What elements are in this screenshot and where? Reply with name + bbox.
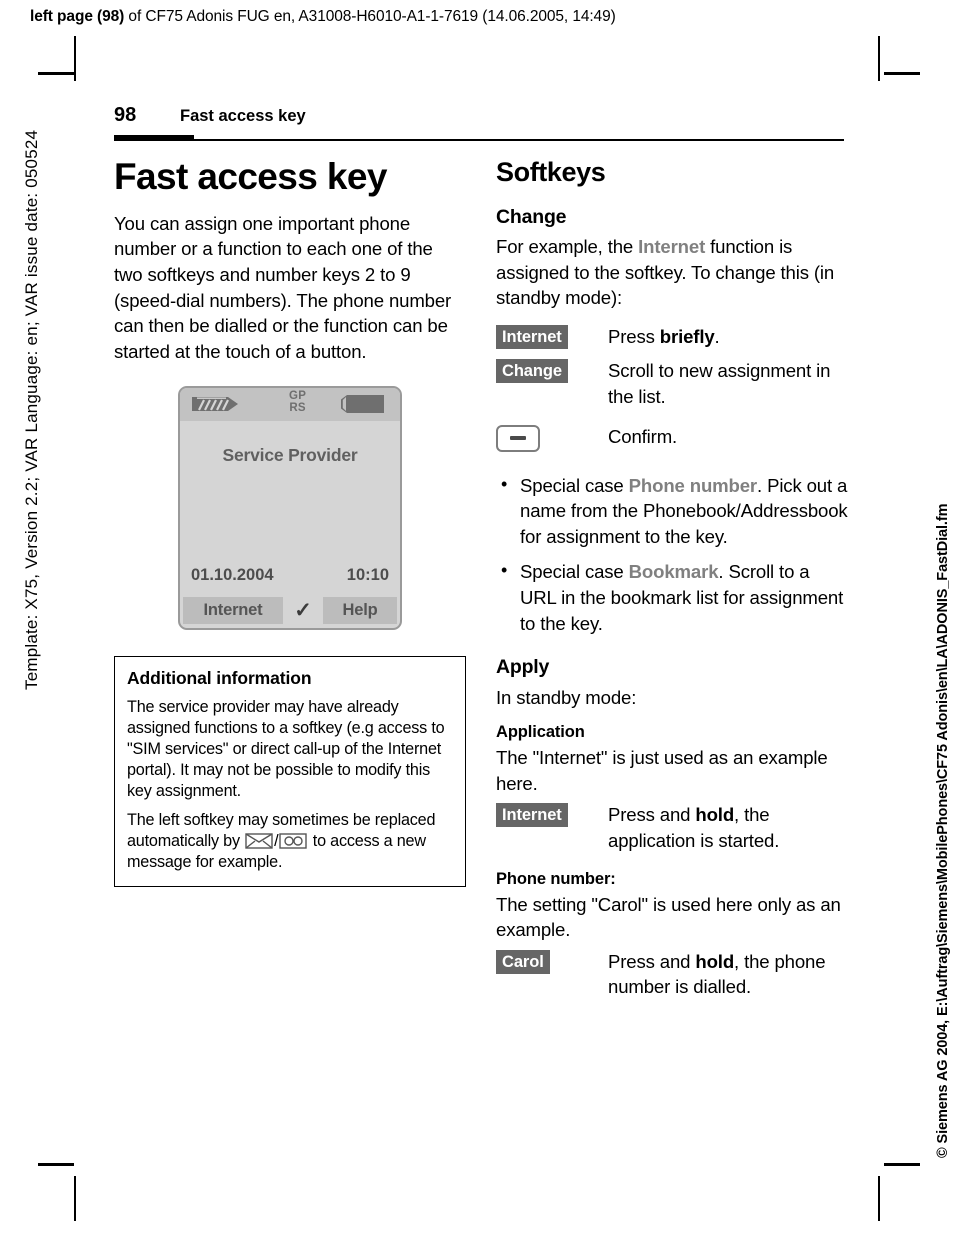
gprs-line-2: RS [289,401,306,414]
key-row-internet-briefly: Internet Press briefly. [496,324,848,350]
bullet-term: Bookmark [628,561,719,583]
key-desc-part1: Press [608,325,660,347]
crop-mark-top-left-vertical [74,36,76,81]
special-cases-list: Special case Phone number. Pick out a na… [496,472,848,637]
checkmark-icon: ✓ [294,599,312,623]
gprs-indicator: GP RS [289,391,306,414]
phone-provider-name: Service Provider [222,445,358,466]
softkey-label-carol[interactable]: Carol [496,949,550,974]
crop-mark-top-right-horizontal [884,72,920,75]
intro-paragraph: You can assign one important phone numbe… [114,212,452,362]
header-rule [114,139,844,141]
heading-application: Application [496,723,585,742]
key-desc-part2: . [714,325,720,347]
phone-display: GP RS Service Provider 01.10.2004 10:10 … [178,386,402,631]
key-row-carol-hold: Carol Press and hold, the phone number i… [496,949,848,1000]
phone-softkey-right[interactable]: Help [322,597,397,625]
key-column [496,424,608,457]
key-column: Change [496,358,608,384]
phone-status-bar: GP RS [180,388,400,422]
softkey-label-internet-apply[interactable]: Internet [496,803,568,828]
key-description: Press and hold, the application is start… [608,802,848,853]
confirm-key-icon[interactable] [496,424,540,452]
crop-mark-top-right-vertical [878,36,880,81]
key-row-internet-hold: Internet Press and hold, the application… [496,802,848,853]
heading-phone-number: Phone number: [496,869,616,888]
crop-mark-bottom-right-horizontal [884,1163,920,1166]
key-desc-bold: briefly [659,325,715,347]
infobox-paragraph-2: The left softkey may sometimes be replac… [127,810,453,872]
phone-number-text: The setting "Carol" is used here only as… [496,893,841,941]
list-item: Special case Bookmark. Scroll to a URL i… [496,558,848,636]
crop-mark-top-left-horizontal [38,72,74,75]
phone-time: 10:10 [346,566,389,585]
crop-mark-bottom-left-vertical [74,1176,76,1221]
voicemail-icon [279,833,308,849]
bullet-term: Phone number [628,474,758,496]
side-note-copyright: © Siemens AG 2004, E:\Auftrag\Siemens\Mo… [935,503,951,1158]
key-desc-bold: hold [695,804,735,826]
key-row-change-scroll: Change Scroll to new assignment in the l… [496,358,848,409]
page-number: 98 [114,104,137,126]
change-intro-term: Internet [638,236,706,258]
key-row-confirm: Confirm. [496,424,848,457]
infobox-title: Additional information [127,668,312,689]
apply-intro: In standby mode: [496,686,637,708]
subsection-apply: Apply [496,656,550,679]
key-desc-part1: Press and [608,950,696,972]
phone-softkey-row: Internet ✓ Help [183,597,397,625]
key-column: Internet [496,802,608,828]
chapter-title: Fast access key [114,156,387,197]
page-running-title: Fast access key [180,107,306,125]
key-desc-bold: hold [695,950,735,972]
page-header: 98 Fast access key [114,104,844,127]
battery-icon [341,395,384,414]
phone-date: 01.10.2004 [191,566,274,585]
softkey-label-internet[interactable]: Internet [496,324,568,349]
phone-figure: GP RS Service Provider 01.10.2004 10:10 … [114,386,466,631]
side-note-template: Template: X75, Version 2.2; VAR Language… [22,129,41,690]
key-description: Press and hold, the phone number is dial… [608,949,848,1000]
subsection-change: Change [496,205,567,228]
running-header: left page (98) of CF75 Adonis FUG en, A3… [30,8,616,26]
key-description: Confirm. [608,425,678,447]
header-rule-accent [114,135,194,141]
key-description: Press briefly. [608,324,720,350]
crop-mark-bottom-right-vertical [878,1176,880,1221]
bullet-part1: Special case [520,561,629,583]
infobox-icon-separator: / [274,832,279,851]
right-column: Softkeys Change For example, the Interne… [496,157,848,1000]
running-header-doc: of CF75 Adonis FUG en, A31008-H6010-A1-1… [124,8,616,25]
left-column: Fast access key You can assign one impor… [114,156,466,887]
crop-mark-bottom-left-horizontal [38,1163,74,1166]
key-description: Scroll to new assignment in the list. [608,360,831,408]
change-intro-paragraph: For example, the Internet function is as… [496,234,848,311]
bullet-part1: Special case [520,474,629,496]
additional-information-box: Additional information The service provi… [114,656,466,887]
application-text: The "Internet" is just used as an exampl… [496,747,828,794]
change-intro-part1: For example, the [496,236,639,258]
section-title-softkeys: Softkeys [496,157,606,187]
key-column: Internet [496,324,608,349]
infobox-paragraph-1: The service provider may have already as… [127,698,445,800]
phone-date-time: 01.10.2004 10:10 [191,566,389,585]
signal-strength-icon [192,397,238,412]
key-desc-part1: Press and [608,804,696,826]
phone-softkey-left[interactable]: Internet [183,597,283,625]
key-column: Carol [496,949,608,974]
softkey-label-change[interactable]: Change [496,359,568,384]
running-header-page: left page (98) [30,8,125,25]
list-item: Special case Phone number. Pick out a na… [496,472,848,550]
envelope-icon [245,833,273,849]
